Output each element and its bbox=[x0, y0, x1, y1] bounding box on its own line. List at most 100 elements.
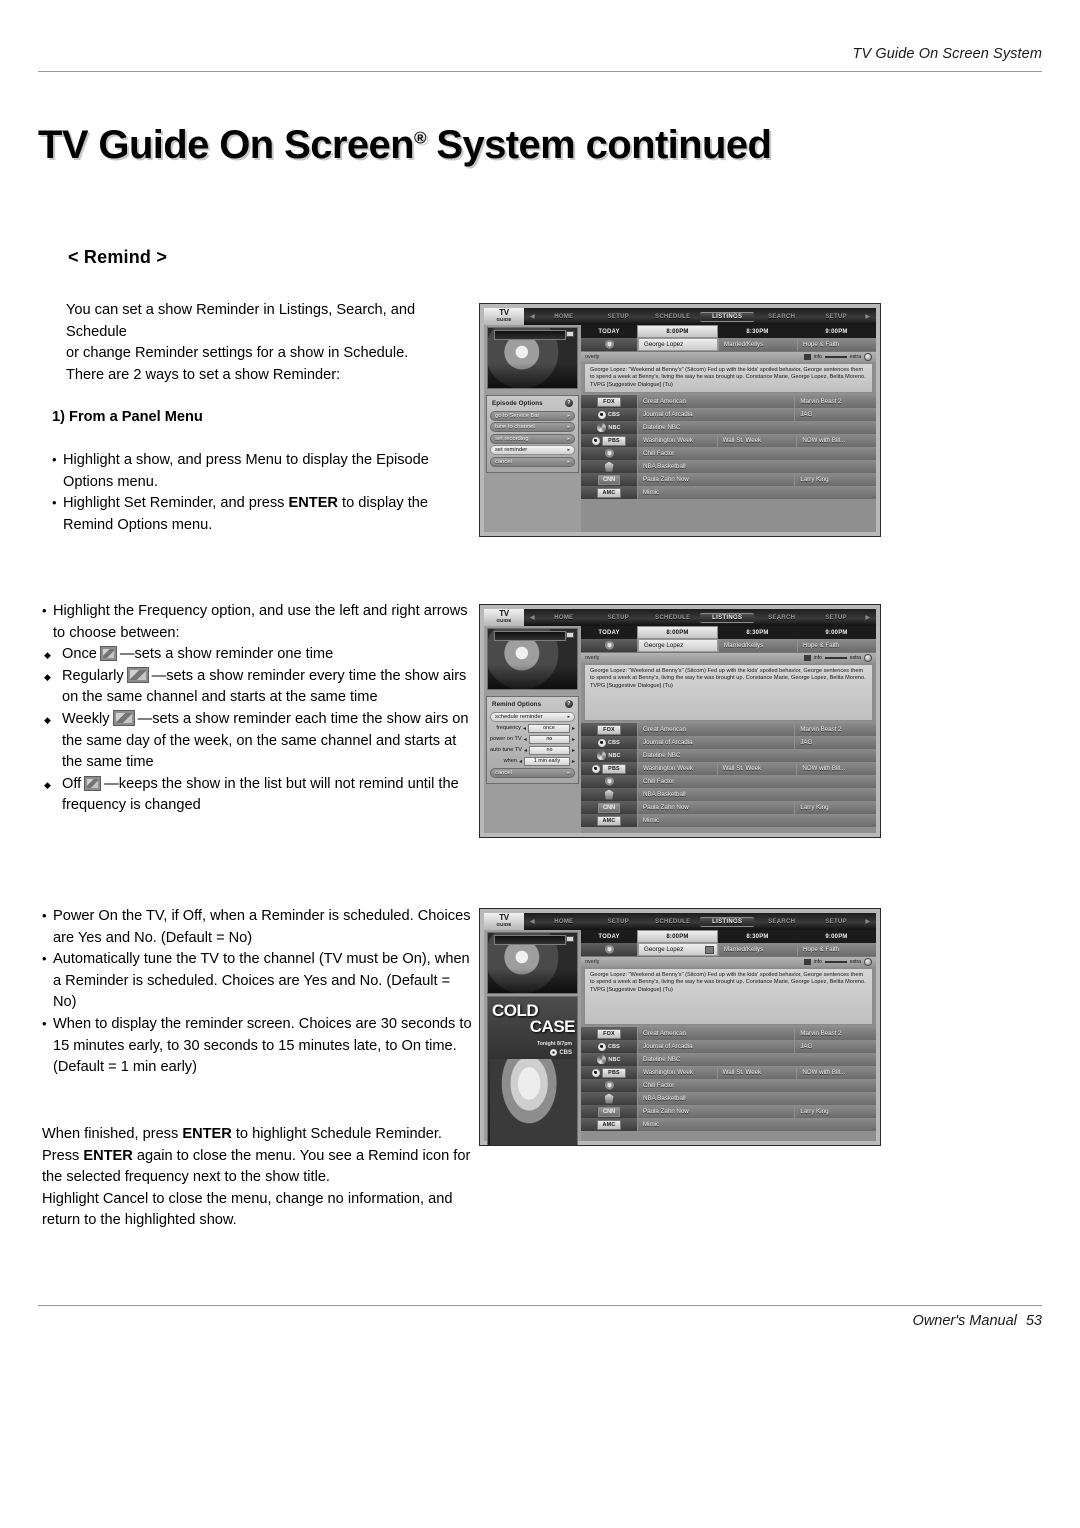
program-cell[interactable]: JAG bbox=[795, 736, 876, 749]
program-married-kellys[interactable]: Married/Kellys bbox=[719, 943, 797, 956]
program-cell[interactable]: Marvin Beast 2 bbox=[795, 723, 876, 736]
nav-tab-setup-2[interactable]: SETUP bbox=[809, 918, 863, 926]
nav-tab-listings[interactable]: LISTINGS bbox=[699, 916, 755, 927]
menu-item-set-reminder[interactable]: set reminder ▸ bbox=[490, 445, 575, 455]
program-cell[interactable]: Chill Factor bbox=[638, 775, 876, 788]
program-cell[interactable]: NOW with Bill... bbox=[797, 762, 877, 775]
program-hope-and-faith[interactable]: Hope & Faith bbox=[798, 338, 876, 351]
nav-tab-schedule[interactable]: SCHEDULE bbox=[646, 918, 700, 926]
time-header-830pm[interactable]: 8:30PM bbox=[718, 930, 797, 943]
program-cell[interactable]: Dateline NBC bbox=[638, 421, 876, 435]
program-cell[interactable]: NBA Basketball bbox=[638, 1092, 876, 1105]
menu-item-schedule-reminder[interactable]: schedule reminder ▸ bbox=[490, 711, 575, 722]
time-header-9pm[interactable]: 9:00PM bbox=[797, 930, 876, 943]
program-cell[interactable]: NBA Basketball bbox=[638, 788, 876, 801]
info-slider-knob[interactable] bbox=[864, 353, 872, 361]
nav-tab-listings[interactable]: LISTINGS bbox=[699, 612, 755, 623]
nav-tab-schedule[interactable]: SCHEDULE bbox=[646, 313, 700, 321]
stepper-right-icon[interactable]: ▸ bbox=[572, 736, 575, 743]
program-cell[interactable]: Larry King bbox=[795, 801, 876, 814]
help-icon[interactable]: ? bbox=[565, 399, 573, 407]
program-hope-and-faith[interactable]: Hope & Faith bbox=[798, 943, 876, 956]
time-header-8pm[interactable]: 8:00PM bbox=[637, 325, 718, 338]
field-auto-tune-tv-value[interactable]: no bbox=[528, 745, 570, 755]
program-married-kellys[interactable]: Married/Kellys bbox=[719, 639, 797, 652]
program-cell[interactable]: Chill Factor bbox=[638, 447, 876, 461]
menu-item-tune-to-channel[interactable]: tune to channel ▸ bbox=[490, 422, 575, 432]
program-cell[interactable]: NOW with Bill... bbox=[797, 1066, 877, 1079]
info-slider-knob[interactable] bbox=[864, 958, 872, 966]
program-hope-and-faith[interactable]: Hope & Faith bbox=[798, 639, 876, 652]
time-header-8pm[interactable]: 8:00PM bbox=[637, 626, 718, 639]
program-cell[interactable]: Wall St. Week bbox=[717, 434, 797, 448]
nav-tab-setup[interactable]: SETUP bbox=[591, 614, 645, 622]
program-cell[interactable]: Larry King bbox=[795, 1105, 876, 1118]
nav-tab-search[interactable]: SEARCH bbox=[754, 918, 808, 926]
nav-right-arrow-icon[interactable]: ▶ bbox=[863, 614, 872, 621]
nav-left-arrow-icon[interactable]: ◀ bbox=[528, 614, 537, 621]
nav-right-arrow-icon[interactable]: ▶ bbox=[863, 313, 872, 320]
program-cell[interactable]: Journal of Arcadia bbox=[638, 1040, 795, 1053]
stepper-right-icon[interactable]: ▸ bbox=[572, 747, 575, 754]
nav-tab-listings[interactable]: LISTINGS bbox=[699, 311, 755, 322]
program-cell[interactable]: Mimic bbox=[638, 814, 876, 827]
nav-tab-setup[interactable]: SETUP bbox=[591, 313, 645, 321]
field-frequency-value[interactable]: once bbox=[527, 723, 570, 733]
time-header-8pm[interactable]: 8:00PM bbox=[637, 930, 718, 943]
program-cell[interactable]: Chill Factor bbox=[638, 1079, 876, 1092]
program-cell[interactable]: JAG bbox=[795, 1040, 876, 1053]
stepper-right-icon[interactable]: ▸ bbox=[572, 725, 575, 732]
program-cell[interactable]: Marvin Beast 2 bbox=[795, 1027, 876, 1040]
nav-tab-home[interactable]: HOME bbox=[537, 614, 591, 622]
program-cell[interactable]: Washington Week bbox=[638, 1066, 717, 1079]
program-cell[interactable]: Larry King bbox=[795, 473, 876, 487]
nav-tab-setup-2[interactable]: SETUP bbox=[809, 614, 863, 622]
menu-item-cancel[interactable]: cancel ▸ bbox=[490, 456, 575, 467]
program-cell[interactable]: Mimic bbox=[638, 1118, 876, 1131]
program-cell[interactable]: Paula Zahn Now bbox=[638, 473, 795, 487]
menu-item-cancel[interactable]: cancel ▸ bbox=[490, 767, 575, 778]
nav-left-arrow-icon[interactable]: ◀ bbox=[528, 918, 537, 925]
program-cell[interactable]: Wall St. Week bbox=[717, 1066, 797, 1079]
program-cell[interactable]: Paula Zahn Now bbox=[638, 801, 795, 814]
program-cell[interactable]: Marvin Beast 2 bbox=[795, 395, 876, 409]
program-cell[interactable]: Washington Week bbox=[638, 762, 717, 775]
stepper-left-icon[interactable]: ◂ bbox=[523, 725, 526, 732]
nav-tab-home[interactable]: HOME bbox=[537, 313, 591, 321]
menu-item-set-recording[interactable]: set recording ▸ bbox=[490, 433, 575, 444]
program-george-lopez[interactable]: George Lopez bbox=[638, 338, 718, 351]
menu-item-go-to-service-bar[interactable]: go to Service Bar ▸ bbox=[490, 410, 575, 421]
nav-tab-schedule[interactable]: SCHEDULE bbox=[646, 614, 700, 622]
program-cell[interactable]: JAG bbox=[795, 408, 876, 422]
nav-tab-search[interactable]: SEARCH bbox=[754, 614, 808, 622]
program-cell[interactable]: Journal of Arcadia bbox=[638, 408, 795, 422]
time-header-9pm[interactable]: 9:00PM bbox=[797, 325, 876, 338]
time-header-830pm[interactable]: 8:30PM bbox=[718, 626, 797, 639]
program-george-lopez[interactable]: George Lopez bbox=[638, 639, 718, 652]
program-cell[interactable]: Washington Week bbox=[638, 434, 717, 448]
info-slider-knob[interactable] bbox=[864, 654, 872, 662]
program-cell[interactable]: Wall St. Week bbox=[717, 762, 797, 775]
program-cell[interactable]: Great American bbox=[638, 723, 795, 736]
stepper-right-icon[interactable]: ▸ bbox=[572, 758, 575, 765]
nav-tab-home[interactable]: HOME bbox=[537, 918, 591, 926]
program-cell[interactable]: Mimic bbox=[638, 486, 876, 500]
field-power-on-tv-value[interactable]: no bbox=[528, 734, 570, 744]
time-header-830pm[interactable]: 8:30PM bbox=[718, 325, 797, 338]
program-george-lopez[interactable]: George Lopez bbox=[638, 943, 718, 956]
stepper-left-icon[interactable]: ◂ bbox=[524, 747, 527, 754]
nav-tab-setup[interactable]: SETUP bbox=[591, 918, 645, 926]
program-cell[interactable]: Great American bbox=[638, 1027, 795, 1040]
promo-poster[interactable]: COLD CASE Tonight 8/7pm CBS bbox=[487, 996, 578, 1145]
program-cell[interactable]: NOW with Bill... bbox=[797, 434, 877, 448]
help-icon[interactable]: ? bbox=[565, 700, 573, 708]
program-married-kellys[interactable]: Married/Kellys bbox=[719, 338, 797, 351]
program-cell[interactable]: Dateline NBC bbox=[638, 1053, 876, 1066]
nav-right-arrow-icon[interactable]: ▶ bbox=[863, 918, 872, 925]
time-header-9pm[interactable]: 9:00PM bbox=[797, 626, 876, 639]
program-cell[interactable]: Dateline NBC bbox=[638, 749, 876, 762]
program-cell[interactable]: Journal of Arcadia bbox=[638, 736, 795, 749]
nav-tab-setup-2[interactable]: SETUP bbox=[809, 313, 863, 321]
stepper-left-icon[interactable]: ◂ bbox=[519, 758, 522, 765]
program-cell[interactable]: Paula Zahn Now bbox=[638, 1105, 795, 1118]
